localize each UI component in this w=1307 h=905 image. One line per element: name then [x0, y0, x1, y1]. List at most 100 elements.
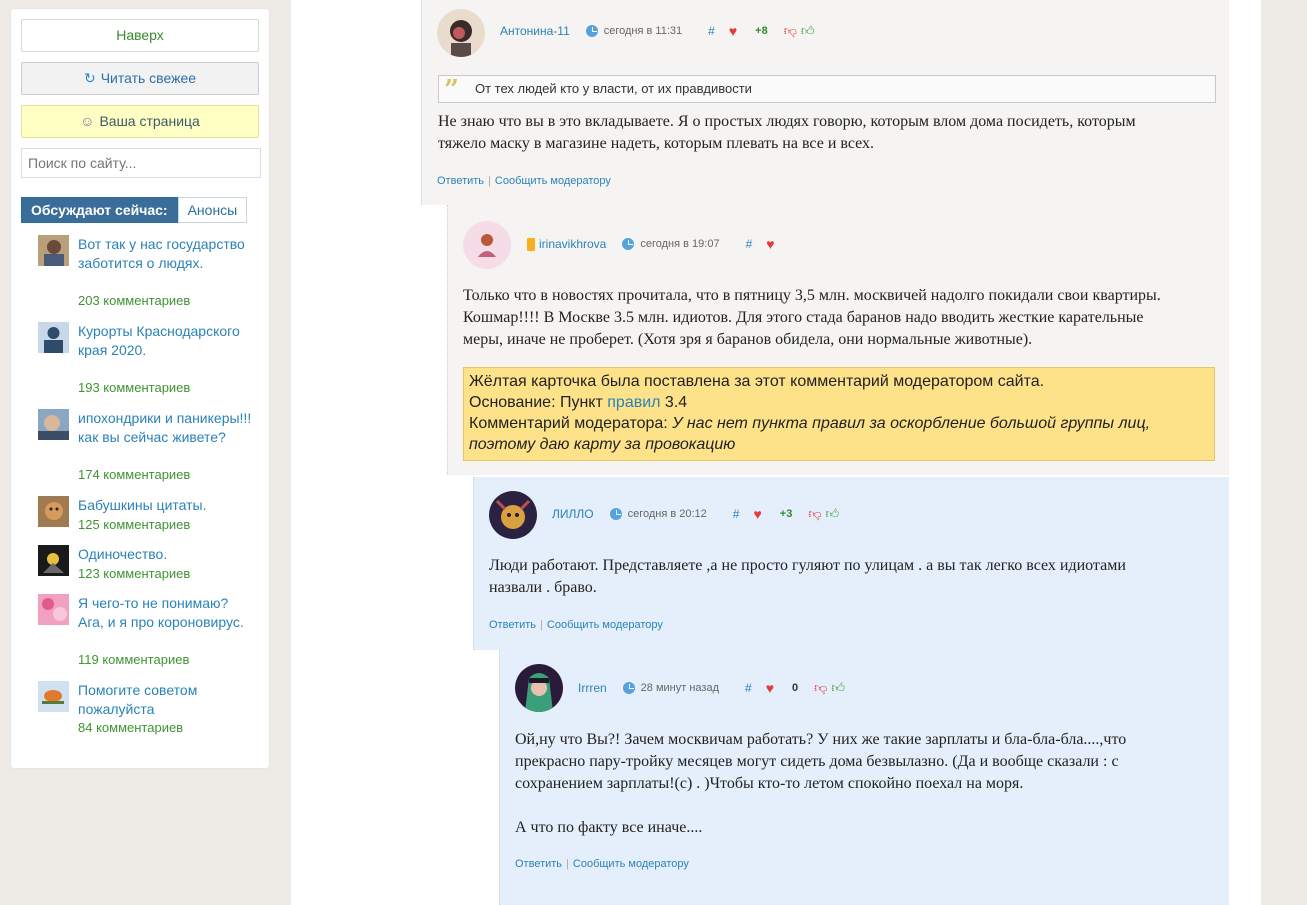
permalink[interactable]: # — [733, 507, 740, 521]
topic-title[interactable]: Курорты Краснодарского края 2020. — [78, 322, 253, 360]
thumbs-down-icon[interactable]: 👎︎ — [814, 680, 827, 696]
topic-thumbnail — [38, 496, 69, 527]
comment-author[interactable]: ЛИЛЛО — [552, 507, 594, 521]
thumbs-down-icon[interactable]: 👎︎ — [808, 506, 821, 522]
clock-icon — [585, 25, 598, 37]
heart-icon[interactable]: ♥ — [729, 23, 737, 39]
comment-line-blank — [515, 795, 1227, 817]
quote-icon: ” — [444, 75, 459, 105]
refresh-icon: ↻ — [83, 70, 96, 86]
comment-time: сегодня в 19:07 — [640, 238, 720, 250]
comment-score: +8 — [755, 25, 768, 37]
heart-icon[interactable]: ♥ — [753, 506, 761, 522]
comment: irinavikhrova сегодня в 19:07 # ♥ Только… — [447, 205, 1229, 475]
comment: Антонина-11 сегодня в 11:31 # ♥ +8 👎︎ 👍︎… — [421, 0, 1229, 205]
moderator-text: поэтому даю карту за провокацию — [469, 436, 736, 453]
read-fresh-label: Читать свежее — [100, 70, 197, 86]
topic-comment-count: 174 комментариев — [78, 467, 191, 482]
comment-actions: Ответить | Сообщить модератору — [437, 175, 611, 187]
thumbs-up-icon[interactable]: 👍︎ — [831, 680, 845, 696]
topic-comment-count: 203 комментариев — [78, 293, 191, 308]
heart-icon[interactable]: ♥ — [766, 236, 774, 252]
tab-announcements[interactable]: Анонсы — [177, 197, 248, 223]
avatar — [515, 664, 563, 712]
comment-line: Кошмар!!!! В Москве 3.5 млн. идиотов. Дл… — [463, 309, 1144, 326]
comment-line: Не знаю что вы в это вкладываете. Я о пр… — [438, 113, 1136, 130]
comment-prefix: Комментарий модератора: — [469, 415, 673, 432]
comment-time: сегодня в 20:12 — [627, 508, 707, 520]
moderator-text: У нас нет пункта правил за оскорбление б… — [672, 415, 1151, 432]
comment-time: 28 минут назад — [640, 682, 719, 694]
permalink[interactable]: # — [708, 24, 715, 38]
scroll-top-button[interactable]: Наверх — [21, 19, 259, 52]
comment-author[interactable]: Антонина-11 — [500, 24, 570, 38]
read-fresh-button[interactable]: ↻ Читать свежее — [21, 62, 259, 95]
moderation-line: Жёлтая карточка была поставлена за этот … — [469, 373, 1045, 390]
clock-icon — [622, 682, 635, 694]
moderation-basis: Основание: Пункт правил 3.4 — [469, 392, 1209, 413]
topic-title[interactable]: ипохондрики и паникеры!!! как вы сейчас … — [78, 409, 253, 447]
comment-line: Ой,ну что Вы?! Зачем москвичам работать?… — [515, 731, 1127, 748]
scroll-top-label: Наверх — [116, 27, 164, 43]
quote-block: ” От тех людей кто у власти, от их правд… — [438, 75, 1216, 103]
moderation-notice: Жёлтая карточка была поставлена за этот … — [463, 367, 1215, 461]
report-link[interactable]: Сообщить модератору — [573, 858, 689, 870]
reply-link[interactable]: Ответить — [489, 619, 536, 631]
comment: ЛИЛЛО сегодня в 20:12 # ♥ +3 👎︎ 👍︎ Люди … — [473, 477, 1229, 650]
comment-line: А что по факту все иначе.... — [515, 819, 703, 836]
permalink[interactable]: # — [745, 681, 752, 695]
report-link[interactable]: Сообщить модератору — [547, 619, 663, 631]
thumbs-up-icon[interactable]: 👍︎ — [801, 23, 815, 39]
comment-text: Ой,ну что Вы?! Зачем москвичам работать?… — [515, 729, 1227, 839]
thumbs-up-icon[interactable]: 👍︎ — [826, 506, 840, 522]
thumbs-down-icon[interactable]: 👎︎ — [784, 23, 797, 39]
comment-author[interactable]: Irrren — [578, 681, 607, 695]
sidebar-tabs: Обсуждают сейчас: Анонсы — [21, 197, 248, 223]
topic-title[interactable]: Я чего-то не понимаю? Ага, и я про корон… — [78, 594, 253, 632]
topic-title[interactable]: Вот так у нас государство заботится о лю… — [78, 235, 253, 273]
comment-author[interactable]: irinavikhrova — [539, 237, 606, 251]
heart-icon[interactable]: ♥ — [766, 680, 774, 696]
reply-link[interactable]: Ответить — [515, 858, 562, 870]
comment-text: Люди работают. Представляете ,а не прост… — [489, 555, 1229, 599]
comment-score: +3 — [779, 508, 793, 520]
topic-comment-count: 125 комментариев — [78, 517, 191, 532]
topic-title[interactable]: Помогите советом пожалуйста — [78, 681, 253, 719]
comment-line: тяжело маску в магазине надеть, которым … — [438, 135, 875, 152]
comment-line: назвали . браво. — [489, 579, 597, 596]
topic-title[interactable]: Бабушкины цитаты. — [78, 496, 253, 515]
comment-meta: Антонина-11 сегодня в 11:31 # ♥ +8 👎︎ 👍︎ — [500, 23, 814, 39]
basis-suffix: 3.4 — [660, 394, 688, 411]
my-page-label: Ваша страница — [99, 113, 200, 129]
topic-comment-count: 119 комментариев — [78, 652, 190, 667]
clock-icon — [609, 508, 622, 520]
tab-discussing-now[interactable]: Обсуждают сейчас: — [21, 197, 178, 223]
topic-title[interactable]: Одиночество. — [78, 545, 253, 564]
comment-text: Только что в новостях прочитала, что в п… — [463, 285, 1228, 351]
topic-thumbnail — [38, 409, 69, 440]
topic-thumbnail — [38, 681, 69, 712]
reply-link[interactable]: Ответить — [437, 175, 484, 187]
comment-line: Только что в новостях прочитала, что в п… — [463, 287, 1161, 304]
topic-thumbnail — [38, 235, 69, 266]
topic-thumbnail — [38, 545, 69, 576]
comment-meta: Irrren 28 минут назад # ♥ 0 👎︎ 👍︎ — [578, 680, 845, 696]
site-search-input[interactable] — [21, 148, 261, 178]
clock-icon — [622, 238, 635, 250]
avatar — [463, 221, 511, 269]
comment-line: прекрасно пару-тройку месяцев могут сиде… — [515, 753, 1119, 770]
user-icon: ☺ — [80, 113, 95, 129]
comment: Irrren 28 минут назад # ♥ 0 👎︎ 👍︎ Ой,ну … — [499, 650, 1229, 905]
comment-meta: irinavikhrova сегодня в 19:07 # ♥ — [527, 236, 775, 252]
permalink[interactable]: # — [746, 237, 753, 251]
comment-score: 0 — [792, 682, 799, 694]
quote-text: От тех людей кто у власти, от их правдив… — [475, 81, 752, 96]
topic-comment-count: 84 комментариев — [78, 720, 184, 735]
avatar — [489, 491, 537, 539]
sidebar: Наверх ↻Читать свежее ☺Ваша страница Обс… — [11, 9, 269, 768]
my-page-button[interactable]: ☺ Ваша страница — [21, 105, 259, 138]
rules-link[interactable]: правил — [607, 394, 660, 411]
comment-line: меры, иначе не проберет. (Хотя зря я бар… — [463, 331, 1033, 348]
comment-time: сегодня в 11:31 — [603, 25, 683, 37]
report-link[interactable]: Сообщить модератору — [495, 175, 611, 187]
